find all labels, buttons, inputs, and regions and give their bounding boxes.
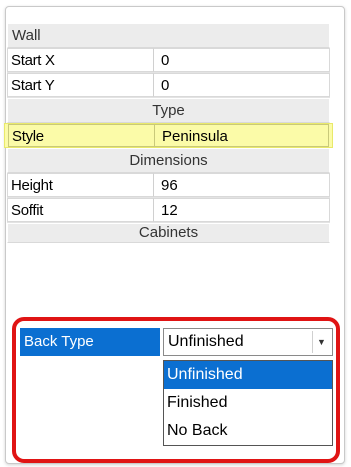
section-label: Dimensions (129, 152, 208, 169)
category-header-label: Wall (12, 27, 41, 44)
section-header-dimensions[interactable]: Dimensions (7, 148, 330, 173)
properties-grid: Wall Start X 0 Start Y 0 Type Style Peni… (4, 23, 333, 243)
property-label: Style (8, 124, 155, 147)
property-row-soffit[interactable]: Soffit 12 (7, 198, 330, 223)
section-header-type[interactable]: Type (7, 98, 330, 123)
property-value-height[interactable]: 96 (154, 173, 330, 197)
category-header-wall[interactable]: Wall (7, 23, 330, 48)
property-row-style[interactable]: Style Peninsula (4, 123, 333, 148)
annotation-highlight-box (12, 317, 340, 463)
property-row-start-y[interactable]: Start Y 0 (7, 73, 330, 98)
property-label: Start Y (7, 73, 154, 97)
property-label: Start X (7, 48, 154, 72)
property-value-soffit[interactable]: 12 (154, 198, 330, 222)
property-row-height[interactable]: Height 96 (7, 173, 330, 198)
property-row-start-x[interactable]: Start X 0 (7, 48, 330, 73)
section-label: Type (152, 102, 185, 119)
property-label: Soffit (7, 198, 154, 222)
property-value-start-x[interactable]: 0 (154, 48, 330, 72)
property-label: Height (7, 173, 154, 197)
section-header-cabinets[interactable]: Cabinets (7, 223, 330, 243)
property-value-style[interactable]: Peninsula (155, 124, 329, 147)
property-value-start-y[interactable]: 0 (154, 73, 330, 97)
section-label: Cabinets (138, 224, 199, 241)
